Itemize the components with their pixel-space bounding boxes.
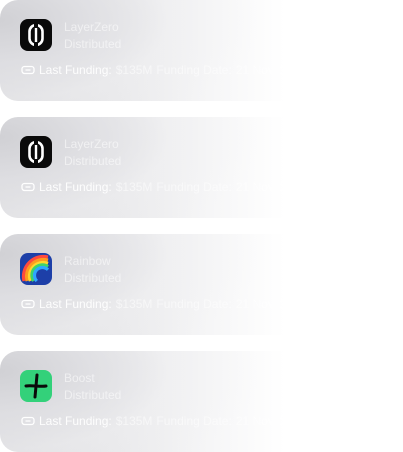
funding-date: 21 Nov, 2021 [235, 63, 307, 77]
project-status: Distributed [64, 271, 122, 285]
rainbow-logo-icon [20, 253, 52, 285]
funding-info: Last Funding: $135M Funding Date: 21 Nov… [21, 413, 306, 429]
project-list: LayerZero Distributed Last Funding: $135… [0, 0, 403, 452]
boost-logo-icon [20, 370, 52, 402]
funding-label: Last Funding: [39, 297, 112, 311]
project-card-layerzero[interactable]: LayerZero Distributed Last Funding: $135… [0, 117, 380, 218]
project-card-rainbow[interactable]: Rainbow Distributed Last Funding: $135M … [0, 234, 380, 335]
chevron-right-icon[interactable] [360, 393, 370, 407]
project-name: Rainbow [64, 254, 111, 268]
funding-label: Last Funding: [39, 180, 112, 194]
layerzero-logo-icon [20, 136, 52, 168]
project-status: Distributed [64, 37, 122, 51]
funding-label: Last Funding: [39, 63, 112, 77]
funding-amount: $135M [115, 414, 153, 428]
funding-date-label: Funding Date: [156, 297, 232, 311]
link-icon [21, 299, 35, 309]
funding-date: 21 Nov, 2021 [235, 297, 307, 311]
project-card-layerzero[interactable]: LayerZero Distributed Last Funding: $135… [0, 0, 380, 101]
funding-date: 21 Nov, 2021 [235, 180, 307, 194]
layerzero-logo-icon [20, 19, 52, 51]
funding-amount: $135M [115, 297, 153, 311]
project-name: LayerZero [64, 20, 119, 34]
project-status: Distributed [64, 154, 122, 168]
link-icon [21, 65, 35, 75]
funding-info: Last Funding: $135M Funding Date: 21 Nov… [21, 296, 306, 312]
link-icon [21, 416, 35, 426]
project-name: Boost [64, 371, 95, 385]
link-icon [21, 182, 35, 192]
funding-info: Last Funding: $135M Funding Date: 21 Nov… [21, 179, 306, 195]
chevron-right-icon[interactable] [360, 276, 370, 290]
funding-label: Last Funding: [39, 414, 112, 428]
project-status: Distributed [64, 388, 122, 402]
funding-amount: $135M [115, 63, 153, 77]
funding-date: 21 Nov, 2021 [235, 414, 307, 428]
funding-date-label: Funding Date: [156, 414, 232, 428]
chevron-right-icon[interactable] [360, 159, 370, 173]
project-card-boost[interactable]: Boost Distributed Last Funding: $135M Fu… [0, 351, 380, 452]
funding-date-label: Funding Date: [156, 180, 232, 194]
funding-date-label: Funding Date: [156, 63, 232, 77]
project-name: LayerZero [64, 137, 119, 151]
funding-info: Last Funding: $135M Funding Date: 21 Nov… [21, 62, 306, 78]
chevron-right-icon[interactable] [360, 42, 370, 56]
funding-amount: $135M [115, 180, 153, 194]
